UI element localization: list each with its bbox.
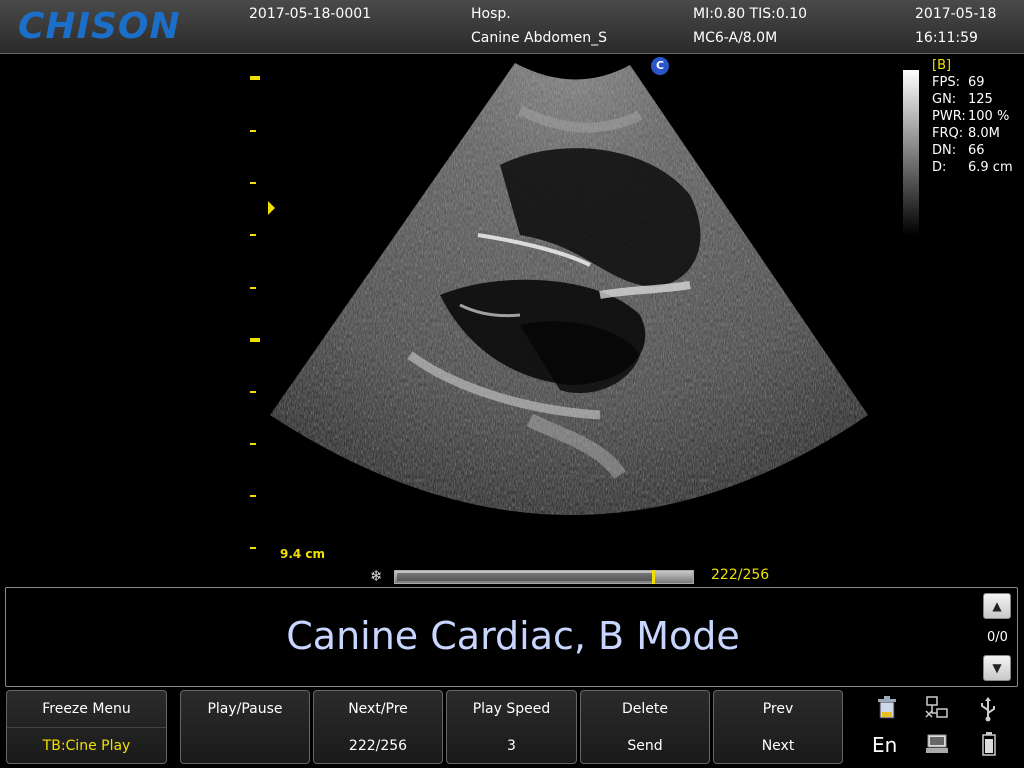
snowflake-icon: ❄ [370,567,383,585]
prev-next-button[interactable]: Prev Next [713,690,843,764]
param-row: FRQ: 8.0M [932,125,1013,142]
param-key: D: [932,160,947,175]
param-value: 69 [968,75,985,90]
grayscale-bar [903,70,919,235]
play-pause-button[interactable]: Play/Pause [180,690,310,764]
depth-tick [250,182,256,184]
depth-label: 9.4 cm [280,547,326,561]
depth-tick [250,287,256,289]
cine-frame-count: 222/256 [711,567,770,583]
exam-preset: Canine Abdomen_S [471,30,607,46]
depth-tick [250,338,260,342]
comment-panel: Canine Cardiac, B Mode [5,587,1018,687]
delete-send-button[interactable]: Delete Send [580,690,710,764]
mode-indicator: [B] [932,58,952,73]
menu-button-label: Delete [622,701,668,717]
param-row: FPS: 69 [932,74,1013,91]
param-key: PWR: [932,109,966,124]
arrow-down-icon: ▼ [992,661,1002,675]
battery-icon [975,731,1003,762]
scroll-down-button[interactable]: ▼ [983,655,1011,681]
freeze-menu-title: Freeze Menu [42,701,131,717]
depth-tick [250,547,256,549]
depth-tick [250,443,256,445]
cine-position-handle[interactable] [652,570,655,584]
param-key: GN: [932,92,957,107]
depth-tick [250,234,256,236]
divider [7,727,166,728]
depth-tick [250,495,256,497]
exam-id: 2017-05-18-0001 [249,6,372,22]
menu-button-label: Play Speed [472,701,551,717]
menu-button-value: Next [761,738,795,754]
cine-progress-bar[interactable] [394,570,694,584]
printer-icon[interactable] [923,732,951,761]
comment-page-count: 0/0 [987,630,1008,645]
arrow-up-icon: ▲ [992,599,1002,613]
play-speed-button[interactable]: Play Speed 3 [446,690,577,764]
param-value: 6.9 cm [968,160,1013,175]
menu-button-value: 222/256 [348,738,408,754]
freeze-menu: Freeze Menu TB:Cine Play [6,690,167,764]
comment-text[interactable]: Canine Cardiac, B Mode [0,614,1024,658]
current-date: 2017-05-18 [915,6,997,22]
scroll-up-button[interactable]: ▲ [983,593,1011,619]
param-row: PWR: 100 % [932,108,1013,125]
param-row: DN: 66 [932,142,1013,159]
focus-marker-icon[interactable] [268,201,275,215]
language-indicator[interactable]: En [872,733,897,757]
menu-button-label: Play/Pause [207,701,283,717]
menu-button-label: Next/Pre [348,701,408,717]
header-bar: CHISON 2017-05-18-0001 Hosp. Canine Abdo… [0,0,1024,54]
usb-icon[interactable] [974,696,1002,727]
cine-progress-fill [397,573,652,581]
param-value: 8.0M [968,126,1000,141]
next-pre-button[interactable]: Next/Pre 222/256 [313,690,443,764]
param-row: D: 6.9 cm [932,159,1013,176]
mi-tis-readout: MI:0.80 TIS:0.10 [693,6,808,22]
current-time: 16:11:59 [915,30,978,46]
probe-info: MC6-A/8.0M [693,30,778,46]
param-value: 125 [968,92,993,107]
brand-logo: CHISON [18,6,181,47]
hospital-name: Hosp. [471,6,511,22]
orientation-marker: C [651,57,669,75]
trackball-mode: TB:Cine Play [42,738,131,754]
param-row: GN: 125 [932,91,1013,108]
depth-tick [250,130,256,132]
ultrasound-image[interactable] [0,55,1024,565]
imaging-parameters: [B] FPS: 69 GN: 125 PWR: 100 % FRQ: 8.0M… [932,57,1013,176]
network-icon[interactable] [923,696,951,725]
menu-button-label: Prev [762,701,794,717]
menu-button-value: Send [627,738,663,754]
depth-tick [250,391,256,393]
menu-button-value: 3 [507,738,516,754]
param-value: 100 % [968,109,1010,124]
param-value: 66 [968,143,985,158]
param-key: DN: [932,143,957,158]
param-key: FRQ: [932,126,964,141]
trash-icon[interactable] [873,696,901,725]
param-key: FPS: [932,75,960,90]
depth-tick [250,76,260,80]
